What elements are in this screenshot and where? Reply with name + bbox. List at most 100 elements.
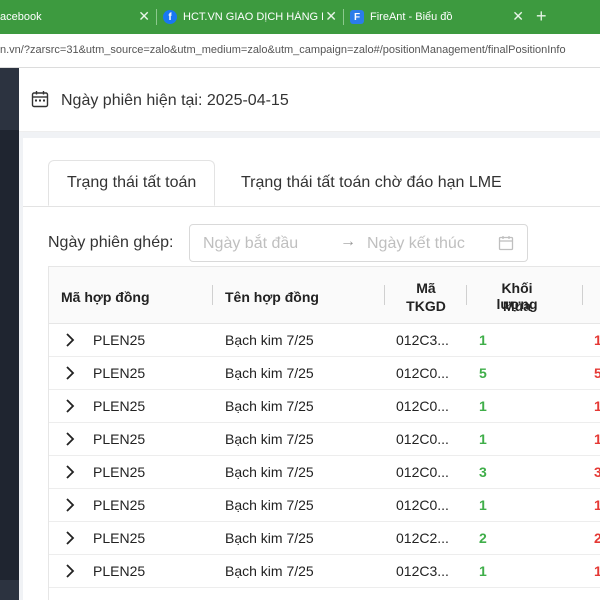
tabs-divider — [23, 206, 600, 207]
start-date-input[interactable]: Ngày bắt đầu — [203, 235, 298, 253]
address-bar[interactable]: n.vn/?zarsrc=31&utm_source=zalo&utm_medi… — [0, 34, 600, 68]
contract-name: Bạch kim 7/25 — [225, 563, 314, 579]
contract-name: Bạch kim 7/25 — [225, 464, 314, 480]
table-row[interactable]: PLEN25 Bạch kim 7/25 012C0... 5 5 — [49, 357, 600, 390]
tkgd-value: 012C3... — [396, 332, 449, 348]
url-text: n.vn/?zarsrc=31&utm_source=zalo&utm_medi… — [0, 44, 566, 56]
sell-volume: 1 — [594, 431, 600, 447]
sell-volume: 5 — [594, 365, 600, 381]
buy-volume: 2 — [479, 530, 487, 546]
tkgd-value: 012C3... — [396, 563, 449, 579]
contract-name: Bạch kim 7/25 — [225, 332, 314, 348]
new-tab-button[interactable]: + — [536, 6, 547, 27]
chevron-right-icon[interactable] — [65, 366, 75, 380]
col-contract-name[interactable]: Tên hợp đồng — [225, 289, 319, 305]
table-row[interactable]: PLEN25 Bạch kim 7/25 012C0... 1 1 — [49, 423, 600, 456]
buy-volume: 5 — [479, 365, 487, 381]
sidebar-panel — [0, 130, 19, 580]
contract-name: Bạch kim 7/25 — [225, 431, 314, 447]
chevron-right-icon[interactable] — [65, 399, 75, 413]
date-range-picker[interactable]: Ngày bắt đầu → Ngày kết thúc — [189, 224, 528, 262]
col-separator — [384, 285, 385, 305]
chevron-right-icon[interactable] — [65, 465, 75, 479]
contract-code: PLEN25 — [93, 365, 146, 381]
browser-tab-title: acebook — [0, 11, 42, 23]
buy-volume: 1 — [479, 431, 487, 447]
buy-volume: 1 — [479, 332, 487, 348]
chevron-right-icon[interactable] — [65, 432, 75, 446]
buy-volume: 1 — [479, 497, 487, 513]
end-date-input[interactable]: Ngày kết thúc — [367, 235, 465, 253]
browser-tab-title: FireAnt - Biểu đồ — [370, 11, 453, 23]
buy-volume: 1 — [479, 563, 487, 579]
contract-code: PLEN25 — [93, 530, 146, 546]
arrow-right-icon: → — [340, 233, 356, 250]
calendar-icon[interactable] — [498, 235, 514, 251]
sell-volume: 2 — [594, 530, 600, 546]
close-icon[interactable]: ✕ — [138, 9, 150, 23]
tab-label: Trạng thái tất toán chờ đáo hạn LME — [241, 174, 502, 191]
browser-tab-title: HCT.VN GIAO DỊCH HÀNG HÓA — [183, 11, 323, 23]
col-contract-code[interactable]: Mã hợp đồng — [61, 289, 150, 305]
table-row[interactable]: PLEN25 Bạch kim 7/25 012C0... 1 1 — [49, 390, 600, 423]
sell-volume: 1 — [594, 398, 600, 414]
main-card: Trạng thái tất toán Trạng thái tất toán … — [23, 138, 600, 600]
contract-code: PLEN25 — [93, 464, 146, 480]
tkgd-value: 012C0... — [396, 431, 449, 447]
table-row[interactable]: PLEN25 Bạch kim 7/25 012C0... 3 3 — [49, 456, 600, 489]
tab-separator — [156, 9, 157, 25]
chevron-right-icon[interactable] — [65, 531, 75, 545]
contract-code: PLEN25 — [93, 431, 146, 447]
contract-name: Bạch kim 7/25 — [225, 497, 314, 513]
table-row[interactable]: PLEN25 Bạch kim 7/25 012C3... 1 1 — [49, 324, 600, 357]
chevron-right-icon[interactable] — [65, 333, 75, 347]
browser-tab-facebook[interactable]: acebook ✕ — [0, 0, 156, 34]
contract-name: Bạch kim 7/25 — [225, 530, 314, 546]
sell-volume: 1 — [594, 497, 600, 513]
facebook-icon: f — [163, 10, 177, 24]
contract-name: Bạch kim 7/25 — [225, 365, 314, 381]
sell-volume: 3 — [594, 464, 600, 480]
tkgd-value: 012C0... — [396, 365, 449, 381]
table-row[interactable]: PLEN25 Bạch kim 7/25 012C0... 1 1 — [49, 489, 600, 522]
sell-volume: 1 — [594, 332, 600, 348]
contract-code: PLEN25 — [93, 563, 146, 579]
tkgd-value: 012C0... — [396, 464, 449, 480]
filter-label-text: Ngày phiên ghép — [48, 234, 169, 251]
tkgd-value: 012C0... — [396, 398, 449, 414]
tkgd-value: 012C0... — [396, 497, 449, 513]
content-area: Trạng thái tất toán Trạng thái tất toán … — [19, 132, 600, 600]
col-separator — [582, 285, 583, 305]
fireant-icon: F — [350, 10, 364, 24]
col-separator — [212, 285, 213, 305]
col-buy[interactable]: Mua — [479, 298, 555, 314]
browser-tab-hct[interactable]: f HCT.VN GIAO DỊCH HÀNG HÓA ✕ — [163, 0, 343, 34]
contract-name: Bạch kim 7/25 — [225, 398, 314, 414]
contract-code: PLEN25 — [93, 497, 146, 513]
sell-volume: 1 — [594, 563, 600, 579]
table-row[interactable]: PLEN25 Bạch kim 7/25 012C2... 2 2 — [49, 522, 600, 555]
app-sidebar-edge — [0, 68, 19, 600]
calendar-icon — [31, 91, 49, 108]
positions-table: Mã hợp đồng Tên hợp đồng Mã TKGD Khối lư… — [48, 266, 600, 600]
current-session-date: Ngày phiên hiện tại: 2025-04-15 — [61, 92, 289, 109]
close-icon[interactable]: ✕ — [512, 9, 524, 23]
tkgd-value: 012C2... — [396, 530, 449, 546]
browser-tab-strip: acebook ✕ f HCT.VN GIAO DỊCH HÀNG HÓA ✕ … — [0, 0, 600, 34]
buy-volume: 3 — [479, 464, 487, 480]
tab-settlement-status[interactable]: Trạng thái tất toán — [48, 160, 216, 206]
col-separator — [466, 285, 467, 305]
col-tkgd-code[interactable]: Mã — [406, 280, 446, 296]
contract-code: PLEN25 — [93, 332, 146, 348]
tab-settlement-lme[interactable]: Trạng thái tất toán chờ đáo hạn LME — [223, 160, 520, 206]
browser-tab-fireant[interactable]: F FireAnt - Biểu đồ ✕ — [350, 0, 530, 34]
close-icon[interactable]: ✕ — [325, 9, 337, 23]
table-row[interactable]: PLEN25 Bạch kim 7/25 012C3... 1 1 — [49, 555, 600, 588]
filter-colon: : — [168, 234, 174, 251]
chevron-right-icon[interactable] — [65, 498, 75, 512]
filter-label: Ngày phiên ghép: — [48, 234, 173, 252]
table-header: Mã hợp đồng Tên hợp đồng Mã TKGD Khối lư… — [49, 267, 600, 324]
col-tkgd[interactable]: TKGD — [399, 298, 453, 314]
chevron-right-icon[interactable] — [65, 564, 75, 578]
tab-separator — [343, 9, 344, 25]
